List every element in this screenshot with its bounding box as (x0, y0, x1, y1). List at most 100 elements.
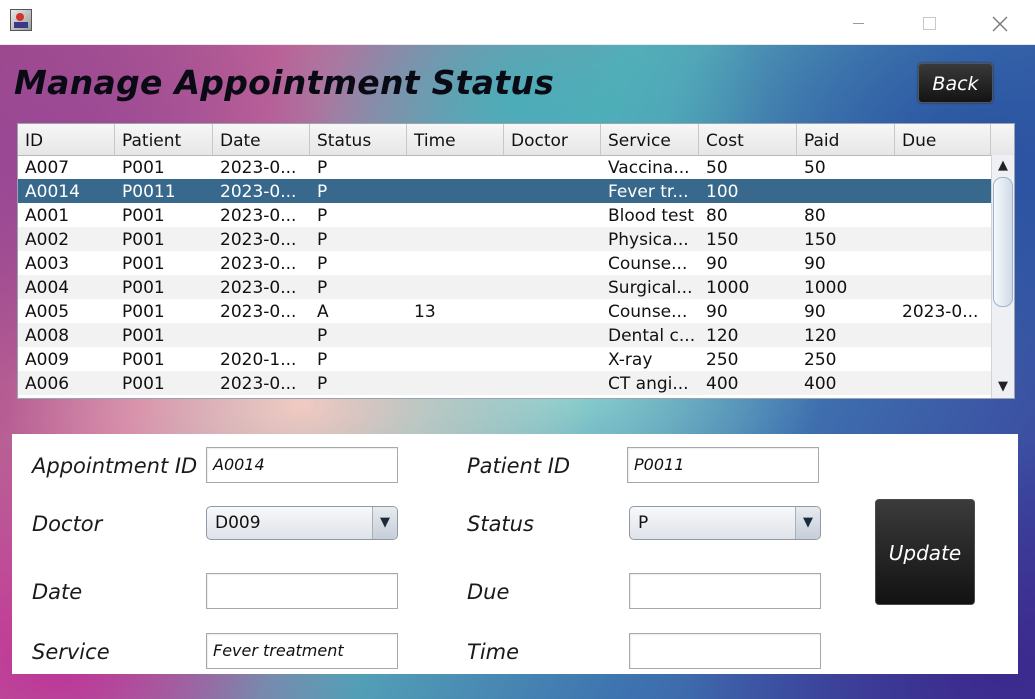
cell-id: A003 (25, 254, 70, 274)
table-row[interactable]: A008 P001 P Dental c... 120 120 (18, 323, 991, 347)
vertical-scrollbar[interactable]: ▲ ▼ (991, 155, 1014, 398)
doctor-select-value: D009 (215, 513, 261, 533)
cell-status: P (317, 326, 328, 346)
cell-paid: 120 (804, 326, 837, 346)
cell-paid: 400 (804, 374, 837, 394)
table-row[interactable]: A003 P001 2023-0... P Counse... 90 90 (18, 251, 991, 275)
cell-paid: 80 (804, 206, 826, 226)
cell-time (407, 203, 504, 227)
cell-id: A0014 (25, 182, 80, 202)
table-row[interactable]: A002 P001 2023-0... P Physica... 150 150 (18, 227, 991, 251)
cell-service: Surgical... (608, 278, 693, 298)
scroll-up-icon[interactable]: ▲ (992, 155, 1014, 177)
cell-patient: P001 (122, 230, 165, 250)
cell-due (895, 347, 991, 371)
column-header-time[interactable]: Time (407, 124, 504, 155)
cell-doctor (504, 251, 601, 275)
table-row[interactable]: A007 P001 2023-0... P Vaccina... 50 50 (18, 155, 991, 179)
cell-doctor (504, 275, 601, 299)
column-header-cost[interactable]: Cost (699, 124, 797, 155)
column-header-service[interactable]: Service (601, 124, 699, 155)
doctor-select[interactable]: D009 ▼ (206, 506, 398, 540)
update-button[interactable]: Update (875, 499, 975, 605)
cell-cost: 90 (706, 254, 728, 274)
table-row[interactable]: A005 P001 2023-0... A 13 Counse... 90 90 2023-0.… (18, 299, 991, 323)
cell-time (407, 179, 504, 203)
maximize-button[interactable] (906, 0, 952, 44)
chevron-down-icon[interactable]: ▼ (795, 507, 820, 539)
column-header-date[interactable]: Date (213, 124, 310, 155)
date-field[interactable] (206, 573, 398, 609)
service-label: Service (32, 640, 110, 664)
cell-status: P (317, 158, 328, 178)
cell-due (895, 251, 991, 275)
cell-paid: 1000 (804, 278, 848, 298)
minimize-button[interactable] (835, 0, 881, 44)
cell-paid: 90 (804, 254, 826, 274)
cell-date: 2023-0... (220, 182, 297, 202)
cell-date: 2023-0... (220, 302, 297, 322)
scroll-down-icon[interactable]: ▼ (992, 376, 1014, 398)
cell-due (895, 227, 991, 251)
cell-date: 2023-0... (220, 230, 297, 250)
column-header-status[interactable]: Status (310, 124, 407, 155)
cell-cost: 1000 (706, 278, 750, 298)
column-header-patient[interactable]: Patient (115, 124, 213, 155)
due-field[interactable] (629, 573, 821, 609)
cell-cost: 50 (706, 158, 728, 178)
cell-id: A005 (25, 302, 70, 322)
patient-id-field[interactable]: P0011 (627, 447, 819, 483)
cell-patient: P0011 (122, 182, 176, 202)
table-row[interactable]: A0014 P0011 2023-0... P Fever tr... 100 (18, 179, 991, 203)
service-field[interactable]: Fever treatment (206, 633, 398, 669)
close-button[interactable] (977, 0, 1023, 44)
main-window: Manage Appointment Status Back ID Patient… (0, 45, 1035, 699)
scroll-thumb[interactable] (993, 177, 1013, 307)
cell-doctor (504, 347, 601, 371)
cell-cost: 150 (706, 230, 739, 250)
table-row[interactable]: A001 P001 2023-0... P Blood test 80 80 (18, 203, 991, 227)
cell-paid: 50 (804, 158, 826, 178)
cell-date: 2023-0... (220, 254, 297, 274)
status-select[interactable]: P ▼ (629, 506, 821, 540)
cell-service: Dental c... (608, 326, 696, 346)
table-row[interactable]: A006 P001 2023-0... P CT angi... 400 400 (18, 371, 991, 395)
cell-status: P (317, 230, 328, 250)
maximize-icon (922, 17, 936, 30)
table-row[interactable]: A004 P001 2023-0... P Surgical... 1000 1000 (18, 275, 991, 299)
appointment-form: Appointment ID A0014 Patient ID P0011 Do… (12, 434, 1018, 674)
appointment-id-label: Appointment ID (32, 454, 198, 478)
cell-paid (797, 179, 895, 203)
table-row[interactable]: A009 P001 2020-1... P X-ray 250 250 (18, 347, 991, 371)
cell-patient: P001 (122, 206, 165, 226)
cell-cost: 250 (706, 350, 739, 370)
appointments-table: ID Patient Date Status Time Doctor Service Cost… (17, 123, 1015, 399)
cell-due (895, 275, 991, 299)
cell-service: X-ray (608, 350, 653, 370)
column-header-doctor[interactable]: Doctor (504, 124, 601, 155)
chevron-down-icon[interactable]: ▼ (372, 507, 397, 539)
cell-time (407, 323, 504, 347)
column-header-paid[interactable]: Paid (797, 124, 895, 155)
cell-status: P (317, 278, 328, 298)
cell-time (407, 251, 504, 275)
close-icon (992, 16, 1008, 31)
cell-time (407, 371, 504, 395)
cell-id: A004 (25, 278, 70, 298)
cell-id: A006 (25, 374, 70, 394)
cell-service: Vaccina... (608, 158, 690, 178)
cell-status: A (317, 302, 329, 322)
column-header-due[interactable]: Due (895, 124, 991, 155)
cell-status: P (317, 350, 328, 370)
column-header-id[interactable]: ID (18, 124, 115, 155)
time-field[interactable] (629, 633, 821, 669)
cell-cost: 100 (706, 182, 739, 202)
cell-doctor (504, 203, 601, 227)
cell-cost: 90 (706, 302, 728, 322)
cell-time (407, 227, 504, 251)
cell-service: Blood test (608, 206, 695, 226)
appointment-id-field[interactable]: A0014 (206, 447, 398, 483)
back-button[interactable]: Back (918, 63, 993, 103)
time-label: Time (467, 640, 520, 664)
cell-time: 13 (414, 302, 436, 322)
